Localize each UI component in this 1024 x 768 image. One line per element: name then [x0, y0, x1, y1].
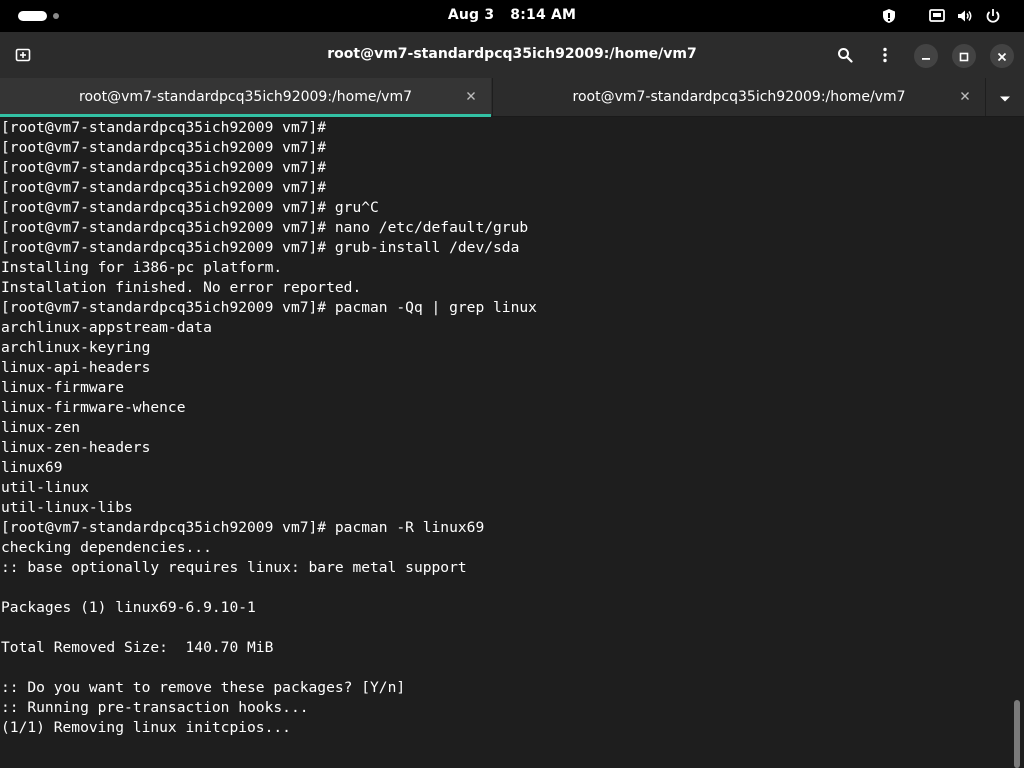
terminal-line: [root@vm7-standardpcq35ich92009 vm7]# — [1, 119, 327, 136]
terminal-line: Total Removed Size: 140.70 MiB — [1, 639, 274, 656]
network-wired-icon[interactable] — [928, 7, 946, 25]
terminal-line: linux-zen-headers — [1, 439, 151, 456]
terminal-line: linux69 — [1, 459, 63, 476]
privacy-shield-icon[interactable] — [880, 7, 898, 25]
terminal-line: :: base optionally requires linux: bare … — [1, 559, 467, 576]
terminal-line: linux-firmware-whence — [1, 399, 186, 416]
active-tab-indicator — [0, 114, 491, 117]
terminal-line: [root@vm7-standardpcq35ich92009 vm7]# gr… — [1, 199, 379, 216]
terminal-line: Installation finished. No error reported… — [1, 279, 362, 296]
terminal-line: [root@vm7-standardpcq35ich92009 vm7]# pa… — [1, 519, 485, 536]
clock[interactable]: Aug 3 8:14 AM — [0, 7, 1024, 23]
chevron-down-icon — [999, 88, 1011, 107]
terminal-line: [root@vm7-standardpcq35ich92009 vm7]# — [1, 179, 327, 196]
top-bar: Aug 3 8:14 AM — [0, 0, 1024, 32]
terminal-line: [root@vm7-standardpcq35ich92009 vm7]# na… — [1, 219, 529, 236]
power-icon[interactable] — [984, 7, 1002, 25]
terminal-line: [root@vm7-standardpcq35ich92009 vm7]# pa… — [1, 299, 537, 316]
terminal-line: archlinux-appstream-data — [1, 319, 212, 336]
clock-time[interactable]: 8:14 AM — [510, 7, 576, 23]
terminal-line: linux-firmware — [1, 379, 125, 396]
tab-active[interactable]: root@vm7-standardpcq35ich92009:/home/vm7 — [0, 78, 491, 117]
tab-bar: root@vm7-standardpcq35ich92009:/home/vm7… — [0, 78, 1024, 117]
terminal-line: :: Running pre-transaction hooks... — [1, 699, 309, 716]
terminal-line: Installing for i386-pc platform. — [1, 259, 283, 276]
terminal-line: util-linux-libs — [1, 499, 133, 516]
menu-button[interactable] — [871, 41, 899, 69]
terminal-view[interactable]: [root@vm7-standardpcq35ich92009 vm7]# [ro… — [0, 118, 1024, 768]
search-button[interactable] — [831, 41, 859, 69]
maximize-icon — [959, 47, 969, 66]
system-tray[interactable] — [880, 7, 1010, 25]
close-icon — [997, 47, 1007, 66]
close-button[interactable] — [990, 44, 1014, 68]
tab-close-icon[interactable] — [957, 88, 973, 104]
terminal-line: [root@vm7-standardpcq35ich92009 vm7]# gr… — [1, 239, 520, 256]
terminal-headerbar: root@vm7-standardpcq35ich92009:/home/vm7 — [0, 32, 1024, 78]
tab-label: root@vm7-standardpcq35ich92009:/home/vm7 — [79, 89, 412, 105]
terminal-line: linux-zen — [1, 419, 81, 436]
search-icon — [837, 47, 853, 63]
terminal-line: checking dependencies... — [1, 539, 212, 556]
terminal-line: archlinux-keyring — [1, 339, 151, 356]
tab-close-icon[interactable] — [463, 88, 479, 104]
clock-date[interactable]: Aug 3 — [448, 7, 494, 23]
terminal-line: (1/1) Removing linux initcpios... — [1, 719, 291, 736]
minimize-icon — [921, 47, 931, 66]
tab-overflow-button[interactable] — [985, 78, 1024, 116]
terminal-line: util-linux — [1, 479, 89, 496]
tab-label: root@vm7-standardpcq35ich92009:/home/vm7 — [572, 89, 906, 105]
terminal-line: :: Do you want to remove these packages?… — [1, 679, 406, 696]
maximize-button[interactable] — [952, 44, 976, 68]
terminal-line: [root@vm7-standardpcq35ich92009 vm7]# — [1, 159, 327, 176]
minimize-button[interactable] — [914, 44, 938, 68]
volume-icon[interactable] — [956, 7, 974, 25]
terminal-line: Packages (1) linux69-6.9.10-1 — [1, 599, 256, 616]
tab-inactive[interactable]: root@vm7-standardpcq35ich92009:/home/vm7 — [492, 78, 985, 116]
menu-kebab-icon — [877, 47, 893, 63]
terminal-output: [root@vm7-standardpcq35ich92009 vm7]# [ro… — [1, 118, 537, 738]
terminal-line: [root@vm7-standardpcq35ich92009 vm7]# — [1, 139, 327, 156]
terminal-line: linux-api-headers — [1, 359, 151, 376]
terminal-scrollbar[interactable] — [1014, 700, 1020, 768]
